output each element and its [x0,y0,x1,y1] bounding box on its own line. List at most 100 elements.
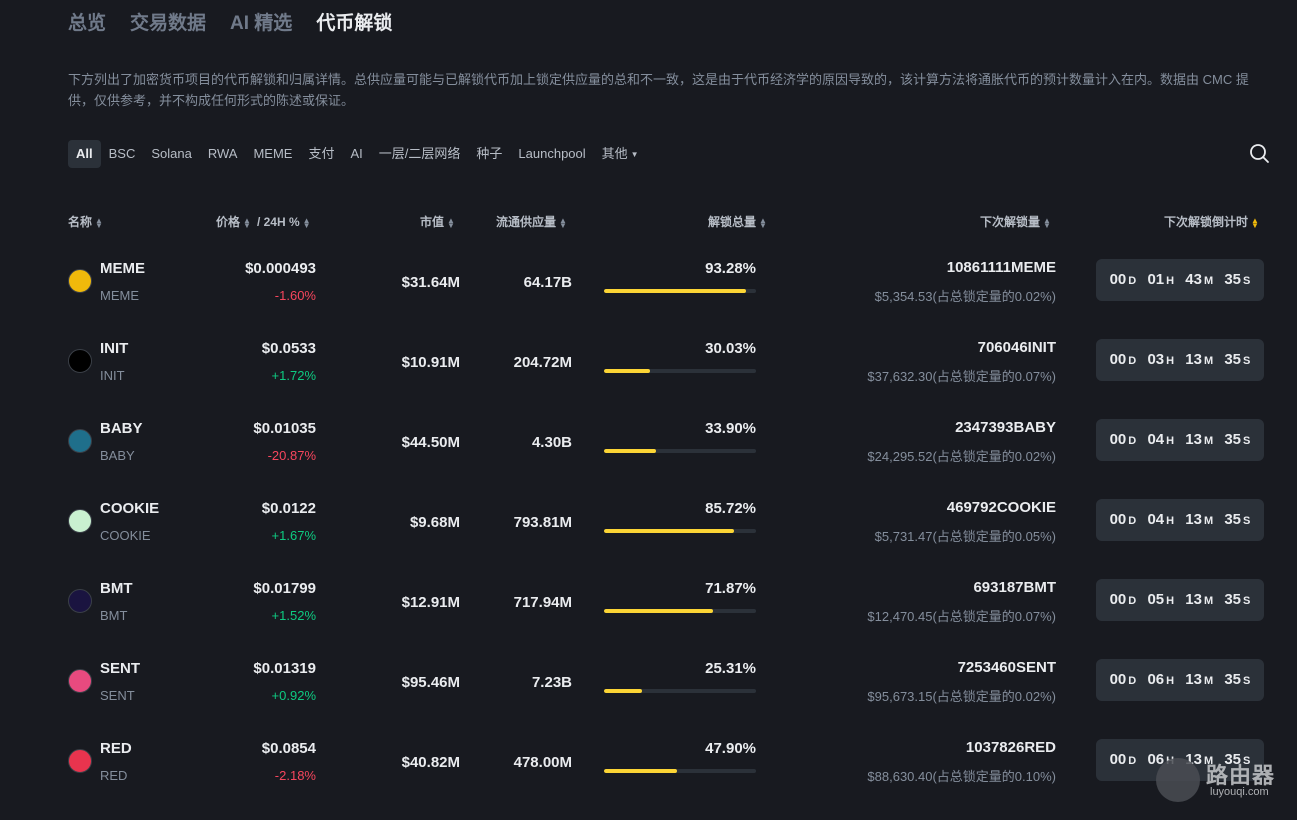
tab-trading-data[interactable]: 交易数据 [130,10,206,38]
price-change-24h: +1.52% [271,608,316,623]
unlock-countdown: 00D 06H 13M 35S [1096,659,1264,701]
price-change-24h: -2.18% [274,768,316,783]
header-circ-label: 流通供应量 [496,215,557,229]
countdown-minutes: 43 M [1185,271,1214,288]
header-name[interactable]: 名称 ▲ ▼ [68,213,103,230]
circulating-supply: 717.94M [513,594,572,611]
sort-active-icon: ▲ ▼ [1251,215,1259,230]
unlock-countdown: 00 D 04 H 13 M 35 S [1096,499,1264,541]
tab-ai-picks[interactable]: AI 精选 [230,10,292,38]
countdown-days: 00 D [1109,431,1137,448]
next-unlock-amount: 469792COOKIE [946,499,1056,516]
token-name: INIT [100,340,129,357]
filter-seed[interactable]: 种子 [468,140,510,168]
table-row[interactable]: COOKIE COOKIE $0.0122 +1.67% $9.68M 793.… [0,486,1297,566]
table-row[interactable]: RED RED $0.0854 -2.18% $40.82M 478.00M 4… [0,726,1297,806]
token-symbol: SENT [100,688,135,703]
unlocked-percent: 47.90% [705,740,756,757]
circulating-supply: 204.72M [513,354,572,371]
tab-token-unlock[interactable]: 代币解锁 [316,10,392,38]
next-unlock-usd: $95,673.15(占总锁定量的0.02%) [867,689,1056,704]
countdown-minutes: 13 M [1185,591,1214,608]
countdown-minutes: 13 M [1185,511,1214,528]
token-name: RED [100,740,132,757]
table-row[interactable]: BMT BMT $0.01799 +1.52% $12.91M 717.94M … [0,566,1297,646]
header-next-amount-label: 下次解锁量 [980,215,1041,229]
price-change-24h: -1.60% [274,288,316,303]
token-symbol: MEME [100,288,139,303]
next-unlock-usd: $37,632.30(占总锁定量的0.07%) [867,369,1056,384]
unlocked-percent: 25.31% [705,660,756,677]
unlocked-percent: 30.03% [705,340,756,357]
filter-solana[interactable]: Solana [143,140,199,168]
unlock-countdown: 00 D 01 H 43 M 35 S [1096,259,1264,301]
header-countdown-label: 下次解锁倒计时 [1164,215,1249,229]
filter-more-dropdown[interactable]: 其他 ▼ [594,140,647,168]
unlock-countdown: 00 D 04 H 13 M 35 S [1096,419,1264,461]
caret-down-icon: ▼ [630,149,639,159]
circulating-supply: 4.30B [531,434,572,451]
price-change-24h: +1.67% [271,528,316,543]
unlock-progress-fill [604,689,643,693]
search-icon[interactable] [1248,142,1270,164]
countdown-seconds: 35 S [1224,671,1251,688]
filter-meme[interactable]: MEME [245,140,300,168]
next-unlock-amount: 2347393BABY [955,419,1056,436]
table-row[interactable]: SENT SENT $0.01319 +0.92% $95.46M 7.23B … [0,646,1297,726]
filter-bsc[interactable]: BSC [101,140,144,168]
filter-payment[interactable]: 支付 [300,140,342,168]
baby-icon [68,429,92,453]
table-row[interactable]: INIT INIT $0.0533 +1.72% $10.91M 204.72M… [0,326,1297,406]
category-filters: All BSC Solana RWA MEME 支付 AI 一层/二层网络 种子… [68,140,647,168]
countdown-seconds: 35 S [1224,431,1251,448]
next-unlock-usd: $5,731.47(占总锁定量的0.05%) [874,529,1056,544]
countdown-hours: 03 H [1147,351,1175,368]
unlock-countdown: 00 D 03 H 13 M 35 S [1096,339,1264,381]
market-cap: $10.91M [401,354,460,371]
unlock-progress-bar [604,769,756,773]
header-unlocked-total[interactable]: 解锁总量 ▲ ▼ [708,213,767,230]
filter-layer1-layer2[interactable]: 一层/二层网络 [371,140,469,168]
header-market-cap[interactable]: 市值 ▲ ▼ [420,213,455,230]
filter-rwa[interactable]: RWA [200,140,246,168]
token-price: $0.01035 [253,420,316,437]
sort-icon: ▲ ▼ [559,215,567,230]
next-unlock-usd: $88,630.40(占总锁定量的0.10%) [867,769,1056,784]
unlock-countdown: 00 D 05 H 13 M 35 S [1096,579,1264,621]
unlock-progress-fill [604,289,746,293]
filter-ai[interactable]: AI [342,140,370,168]
filter-all[interactable]: All [68,140,101,168]
price-change-24h: +0.92% [271,688,316,703]
filter-launchpool[interactable]: Launchpool [510,140,593,168]
unlock-progress-fill [604,529,735,533]
countdown-hours: 01 H [1147,271,1175,288]
header-next-unlock-amount[interactable]: 下次解锁量 ▲ ▼ [980,213,1051,230]
header-countdown[interactable]: 下次解锁倒计时 ▲ ▼ [1164,213,1259,230]
watermark: 路由器 luyouqi.com [1156,756,1286,804]
header-price-label: 价格 [216,215,241,229]
table-row[interactable]: MEME MEME $0.000493 -1.60% $31.64M 64.17… [0,246,1297,326]
header-circulating[interactable]: 流通供应量 ▲ ▼ [496,213,567,230]
token-price: $0.01319 [253,660,316,677]
token-symbol: INIT [100,368,125,383]
sort-icon: ▲ ▼ [243,215,251,230]
unlock-progress-fill [604,369,650,373]
token-name: BABY [100,420,143,437]
token-name: COOKIE [100,500,160,517]
token-symbol: COOKIE [100,528,151,543]
next-unlock-usd: $5,354.53(占总锁定量的0.02%) [874,289,1056,304]
sort-icon: ▲ ▼ [95,215,103,230]
next-unlock-amount: 7253460SENT [957,659,1056,676]
table-row[interactable]: BABY BABY $0.01035 -20.87% $44.50M 4.30B… [0,406,1297,486]
tab-overview[interactable]: 总览 [68,10,106,38]
sort-icon: ▲ ▼ [302,215,311,230]
price-change-24h: -20.87% [267,448,316,463]
countdown-minutes: 13 M [1185,431,1214,448]
countdown-days: 00 D [1109,351,1137,368]
circulating-supply: 478.00M [513,754,572,771]
circulating-supply: 793.81M [513,514,572,531]
header-price[interactable]: 价格 ▲ ▼/ 24H % ▲ ▼ [216,213,311,230]
meme-icon [68,269,92,293]
unlock-progress-bar [604,689,756,693]
filter-more-label: 其他 [601,146,628,161]
